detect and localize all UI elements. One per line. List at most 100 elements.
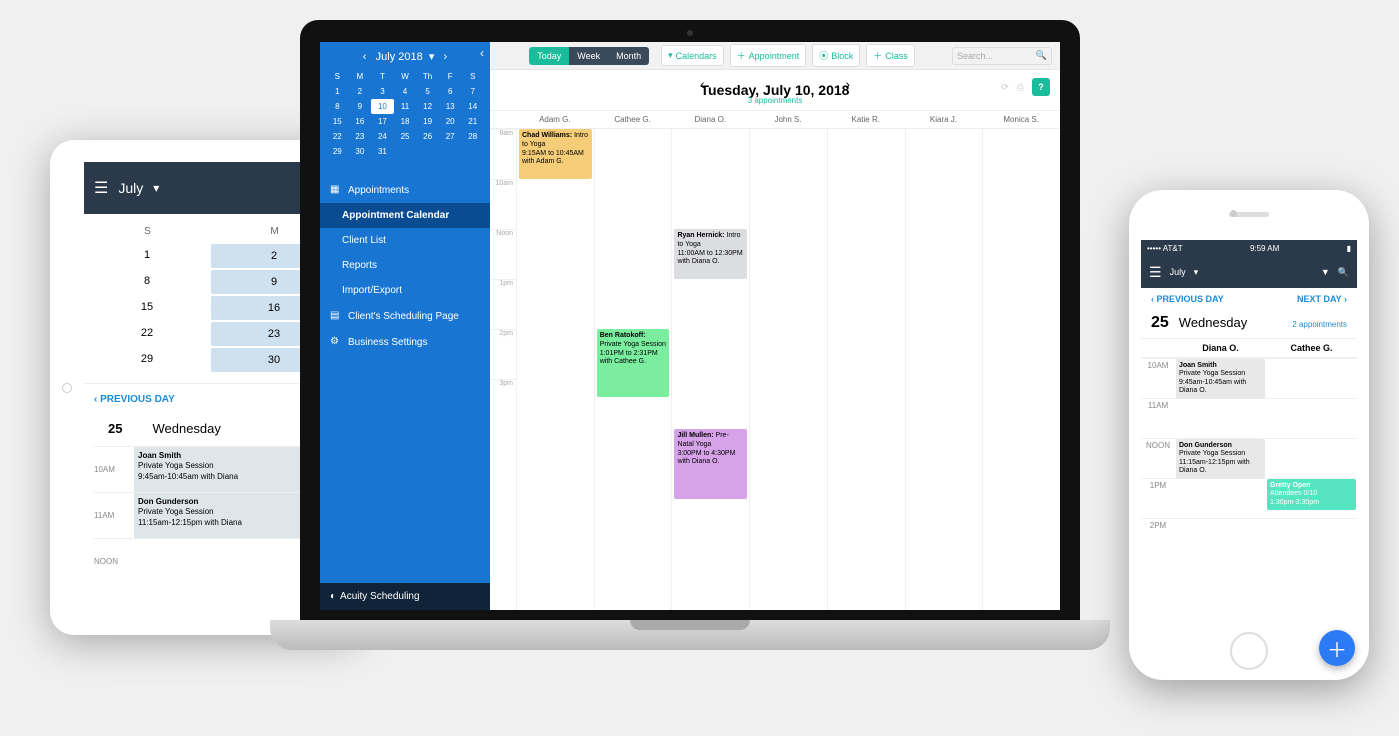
calendar-day-cell[interactable]: 20 xyxy=(439,114,462,129)
column-header: Monica S. xyxy=(982,111,1060,128)
refresh-icon[interactable]: ⟳ xyxy=(1001,82,1009,93)
dropdown-caret-icon[interactable]: ▾ xyxy=(153,181,159,195)
iphone-next-day-button[interactable]: NEXT DAY › xyxy=(1297,294,1347,304)
calendar-day-cell[interactable]: 8 xyxy=(326,99,349,114)
sidebar-item-import-export[interactable]: Import/Export xyxy=(320,278,490,303)
ipad-month-label[interactable]: July xyxy=(118,180,143,196)
brand-footer: ◐ Acuity Scheduling xyxy=(320,583,490,610)
sidebar-item-business-settings[interactable]: ⚙Business Settings xyxy=(320,329,490,355)
iphone-day-grid[interactable]: 10AMJoan SmithPrivate Yoga Session9:45am… xyxy=(1141,358,1357,630)
iphone-home-button[interactable] xyxy=(1230,632,1268,670)
calendar-day-cell[interactable]: 29 xyxy=(326,144,349,159)
calendar-day-cell[interactable]: 9 xyxy=(349,99,372,114)
help-button[interactable]: ? xyxy=(1032,78,1050,96)
carrier-label: ••••• AT&T xyxy=(1147,244,1183,253)
calendar-day-cell[interactable]: 1 xyxy=(326,84,349,99)
calendar-day-cell[interactable]: 4 xyxy=(394,84,417,99)
gear-icon: ⚙ xyxy=(330,336,342,348)
calendar-day-cell[interactable]: 23 xyxy=(349,129,372,144)
search-icon: 🔍 xyxy=(1036,50,1047,61)
calendar-day-cell[interactable]: 19 xyxy=(416,114,439,129)
hamburger-icon[interactable]: ☰ xyxy=(1149,264,1162,281)
calendar-day-cell[interactable]: 12 xyxy=(416,99,439,114)
calendar-day-cell[interactable] xyxy=(461,144,484,159)
calendar-day-cell[interactable]: 25 xyxy=(394,129,417,144)
sidebar-item-appointments[interactable]: ▦Appointments xyxy=(320,177,490,203)
add-class-button[interactable]: ＋Class xyxy=(866,44,915,67)
appointment-block[interactable]: Jill Mullen: Pre-Natal Yoga3:00PM to 4:3… xyxy=(674,429,747,499)
iphone-day-nav: ‹ PREVIOUS DAY NEXT DAY › xyxy=(1141,288,1357,310)
next-day-button[interactable]: › xyxy=(845,76,850,92)
calendar-day-cell[interactable]: 10 xyxy=(371,99,394,114)
appointment-block[interactable]: Chad Williams: Intro to Yoga9:15AM to 10… xyxy=(519,129,592,179)
iphone-appointment[interactable]: Don GundersonPrivate Yoga Session11:15am… xyxy=(1176,439,1265,479)
calendar-day-cell[interactable]: 5 xyxy=(416,84,439,99)
ipad-day-name: Wednesday xyxy=(152,421,220,436)
iphone-day-name: Wednesday xyxy=(1179,315,1247,330)
prev-day-button[interactable]: ‹ xyxy=(700,76,705,92)
add-appointment-button[interactable]: ＋Appointment xyxy=(730,44,807,67)
column-header: Diana O. xyxy=(671,111,749,128)
iphone-prev-day-button[interactable]: ‹ PREVIOUS DAY xyxy=(1151,294,1224,304)
calendar-day-cell[interactable]: 22 xyxy=(326,129,349,144)
sidebar-item-client-s-scheduling-page[interactable]: ▤Client's Scheduling Page xyxy=(320,303,490,329)
filter-icon[interactable]: ▼ xyxy=(1321,267,1330,277)
sidebar-month-picker[interactable]: ‹ July 2018 ▾ › xyxy=(326,50,484,63)
iphone-appointment[interactable]: Joan SmithPrivate Yoga Session9:45am-10:… xyxy=(1176,359,1265,399)
date-header: ‹ Tuesday, July 10, 2018 › 3 appointment… xyxy=(490,70,1060,110)
calendar-day-cell[interactable]: 30 xyxy=(349,144,372,159)
iphone-appointment[interactable]: Gretty OpenAttendees 0/101:30pm-3:30pm xyxy=(1267,479,1356,510)
calendar-day-cell[interactable]: 14 xyxy=(461,99,484,114)
calendar-grid[interactable]: 9am10amNoon1pm2pm3pm Chad Williams: Intr… xyxy=(490,129,1060,610)
sidebar-item-client-list[interactable]: Client List xyxy=(320,228,490,253)
calendars-filter-button[interactable]: ▾Calendars xyxy=(661,45,724,66)
view-week[interactable]: Week xyxy=(569,47,608,65)
sidebar-collapse-icon[interactable]: ‹ xyxy=(480,46,484,60)
search-icon[interactable]: 🔍 xyxy=(1338,267,1349,278)
sidebar-item-appointment-calendar[interactable]: Appointment Calendar xyxy=(320,203,490,228)
filter-icon: ▾ xyxy=(668,50,673,61)
add-block-button[interactable]: ⦿Block xyxy=(812,44,860,67)
column-header: Katie R. xyxy=(827,111,905,128)
calendar-day-cell[interactable]: 7 xyxy=(461,84,484,99)
calendar-day-cell[interactable]: 2 xyxy=(349,84,372,99)
appointment-block[interactable]: Ryan Hernick: Intro to Yoga11:00AM to 12… xyxy=(674,229,747,279)
iphone-month-label[interactable]: July xyxy=(1170,267,1186,277)
laptop-camera xyxy=(687,30,693,36)
appointments-count: 3 appointments xyxy=(748,96,803,105)
column-header: Kiara J. xyxy=(905,111,983,128)
hamburger-icon[interactable]: ☰ xyxy=(94,178,108,198)
view-segment[interactable]: TodayWeekMonth xyxy=(529,47,649,65)
iphone-status-bar: ••••• AT&T 9:59 AM ▮ xyxy=(1141,240,1357,256)
calendar-day-cell[interactable]: 31 xyxy=(371,144,394,159)
calendar-day-cell[interactable]: 6 xyxy=(439,84,462,99)
calendar-day-cell[interactable]: 13 xyxy=(439,99,462,114)
calendar-day-cell[interactable] xyxy=(394,144,417,159)
block-icon: ⦿ xyxy=(819,49,828,62)
calendar-day-cell[interactable]: 24 xyxy=(371,129,394,144)
dropdown-caret-icon[interactable]: ▾ xyxy=(1194,267,1199,278)
calendar-day-cell[interactable]: 15 xyxy=(326,114,349,129)
view-today[interactable]: Today xyxy=(529,47,569,65)
calendar-day-cell[interactable]: 18 xyxy=(394,114,417,129)
calendar-day-cell[interactable]: 17 xyxy=(371,114,394,129)
view-month[interactable]: Month xyxy=(608,47,649,65)
print-icon[interactable]: ⎙ xyxy=(1017,82,1024,93)
calendar-day-cell[interactable]: 26 xyxy=(416,129,439,144)
column-header: Cathee G. xyxy=(594,111,672,128)
calendar-day-cell[interactable]: 11 xyxy=(394,99,417,114)
calendar-day-cell[interactable] xyxy=(439,144,462,159)
calendar-day-cell[interactable] xyxy=(416,144,439,159)
ipad-home-button[interactable] xyxy=(62,383,72,393)
calendar-day-cell[interactable]: 21 xyxy=(461,114,484,129)
search-input[interactable]: Search...🔍 xyxy=(952,47,1052,65)
appointment-block[interactable]: Ben Ratokoff: Private Yoga Session1:01PM… xyxy=(597,329,670,397)
calendar-day-cell[interactable]: 28 xyxy=(461,129,484,144)
calendar-day-cell[interactable]: 27 xyxy=(439,129,462,144)
plus-icon: ＋ xyxy=(737,49,746,62)
calendar-day-cell[interactable]: 3 xyxy=(371,84,394,99)
iphone-device: ••••• AT&T 9:59 AM ▮ ☰ July ▾ ▼ 🔍 ‹ PREVI… xyxy=(1129,190,1369,680)
calendar-day-cell[interactable]: 16 xyxy=(349,114,372,129)
sidebar-item-reports[interactable]: Reports xyxy=(320,253,490,278)
laptop-base xyxy=(270,620,1110,650)
